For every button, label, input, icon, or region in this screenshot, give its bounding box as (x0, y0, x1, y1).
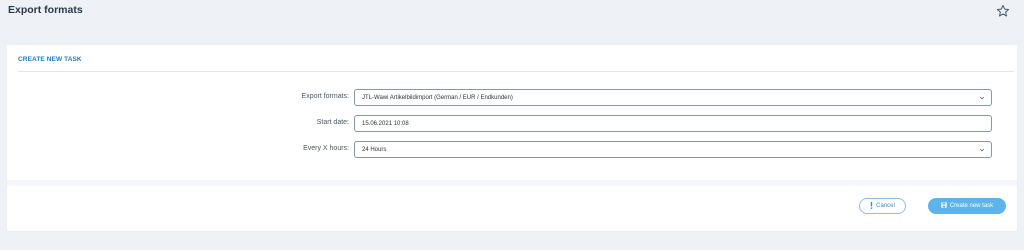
export-formats-label: Export formats: (301, 93, 349, 100)
start-date-input[interactable]: 15.06.2021 10:08 (354, 115, 992, 132)
export-formats-select[interactable]: JTL-Wawi Artikelbildimport (German / EUR… (354, 89, 992, 106)
cancel-button[interactable]: Cancel (859, 198, 906, 214)
star-icon[interactable] (996, 4, 1010, 18)
every-x-hours-select[interactable]: 24 Hours (354, 141, 992, 158)
start-date-label: Start date: (316, 119, 349, 126)
footer-separator (7, 180, 1017, 186)
every-x-hours-label: Every X hours: (303, 145, 349, 152)
save-icon (941, 202, 947, 210)
page-title: Export formats (8, 4, 83, 16)
create-task-card: CREATE NEW TASK Export formats: JTL-Wawi… (7, 45, 1017, 231)
every-x-hours-value: 24 Hours (362, 146, 387, 153)
create-new-task-button[interactable]: Create new task (928, 198, 1006, 214)
cancel-label: Cancel (876, 203, 895, 209)
divider (18, 71, 1014, 72)
exclamation-icon (870, 201, 873, 211)
start-date-value: 15.06.2021 10:08 (362, 120, 409, 127)
page-header: Export formats (0, 0, 1024, 40)
chevron-down-icon (979, 148, 985, 152)
create-label: Create new task (949, 203, 994, 209)
card-heading: CREATE NEW TASK (18, 56, 82, 63)
chevron-down-icon (979, 96, 985, 100)
export-formats-value: JTL-Wawi Artikelbildimport (German / EUR… (362, 94, 513, 101)
